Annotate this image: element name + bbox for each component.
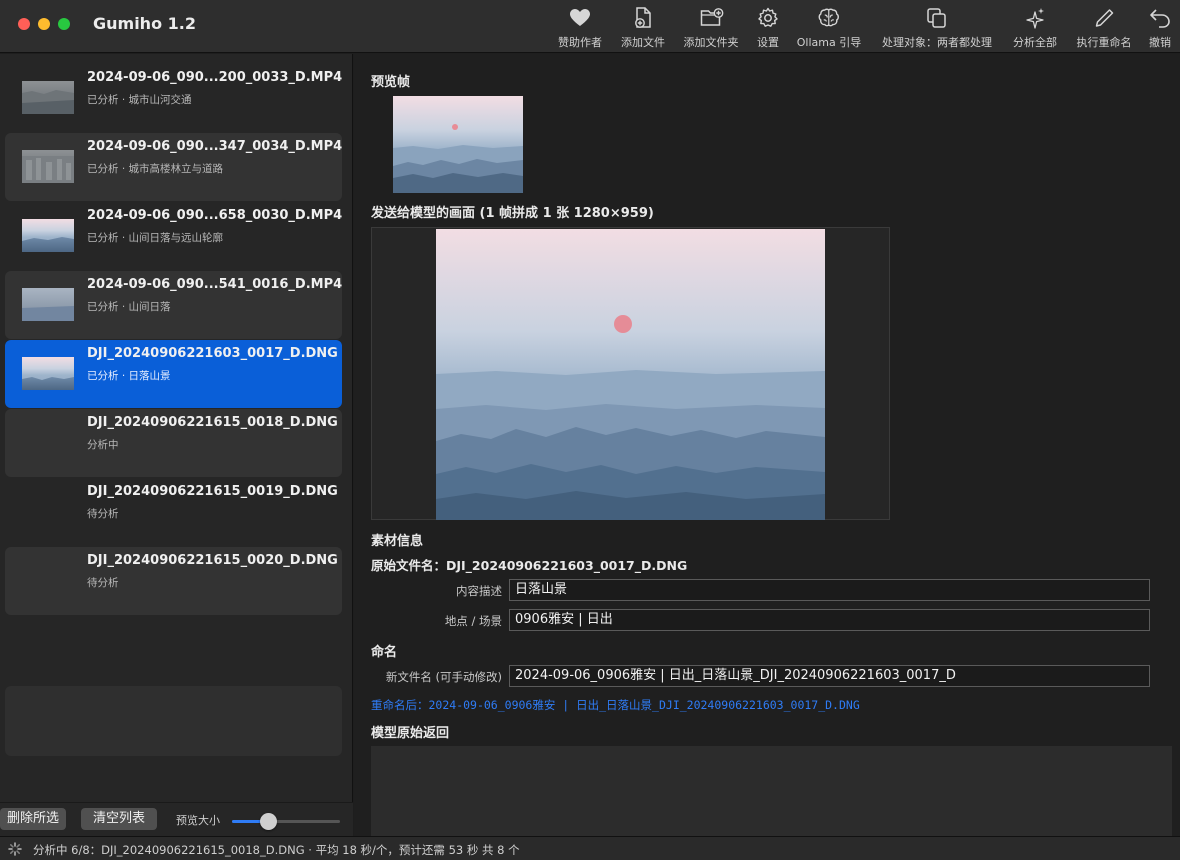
file-list-item-selected[interactable]: DJI_20240906221603_0017_D.DNG 已分析 · 日落山景: [5, 340, 342, 408]
file-name: 2024-09-06_090...541_0016_D.MP4: [87, 277, 343, 292]
gear-icon: [758, 7, 778, 27]
content-description-label: 内容描述: [456, 584, 502, 598]
add-folder-button[interactable]: 添加文件夹: [684, 6, 739, 50]
empty-list-area: [5, 686, 342, 756]
original-filename: 原始文件名：DJI_20240906221603_0017_D.DNG: [371, 558, 688, 573]
thumbnail: [22, 150, 74, 183]
material-info-title: 素材信息: [371, 534, 424, 549]
preview-frame-title: 预览帧: [371, 75, 411, 90]
minimize-window-button[interactable]: [38, 18, 50, 30]
rename-preview: 重命名后：2024-09-06_0906雅安 | 日出_日落山景_DJI_202…: [371, 698, 860, 712]
file-status: 待分析: [87, 577, 119, 589]
file-status: 已分析 · 城市高楼林立与道路: [87, 163, 224, 175]
execute-rename-button[interactable]: 执行重命名: [1077, 6, 1132, 50]
file-status: 待分析: [87, 508, 119, 520]
thumbnail: [22, 288, 74, 321]
file-list-item[interactable]: 2024-09-06_090...541_0016_D.MP4 已分析 · 山间…: [5, 271, 342, 339]
file-list-sidebar: 2024-09-06_090...200_0033_D.MP4 已分析 · 城市…: [0, 54, 353, 836]
close-window-button[interactable]: [18, 18, 30, 30]
preview-size-label: 预览大小: [176, 814, 220, 827]
file-status: 已分析 · 城市山河交通: [87, 94, 192, 106]
file-name: 2024-09-06_090...347_0034_D.MP4: [87, 139, 343, 154]
title-bar: Gumiho 1.2 赞助作者 添加文件 添加文件夹 设置 Ollama 引导 …: [0, 0, 1180, 53]
file-status: 已分析 · 山间日落: [87, 301, 171, 313]
add-folder-label: 添加文件夹: [683, 36, 739, 49]
undo-button[interactable]: 撤销: [1148, 6, 1172, 50]
content-description-field[interactable]: 日落山景: [509, 579, 1150, 601]
file-name: DJI_20240906221615_0020_D.DNG: [87, 553, 338, 568]
model-raw-output-title: 模型原始返回: [371, 726, 450, 741]
file-status: 已分析 · 日落山景: [87, 370, 171, 382]
zoom-window-button[interactable]: [58, 18, 70, 30]
file-name: DJI_20240906221615_0018_D.DNG: [87, 415, 338, 430]
model-frame-title: 发送给模型的画面 (1 帧拼成 1 张 1280×959): [371, 206, 654, 221]
delete-selected-button[interactable]: 删除所选: [0, 808, 66, 830]
pen-icon: [1095, 9, 1113, 27]
naming-title: 命名: [371, 645, 398, 660]
new-filename-field[interactable]: 2024-09-06_0906雅安 | 日出_日落山景_DJI_20240906…: [509, 665, 1150, 687]
add-file-button[interactable]: 添加文件: [621, 6, 665, 50]
sparkle-icon: [1026, 8, 1044, 29]
heart-icon: [570, 9, 590, 26]
ollama-guide-label: Ollama 引导: [796, 36, 862, 49]
file-list-item[interactable]: 2024-09-06_090...347_0034_D.MP4 已分析 · 城市…: [5, 133, 342, 201]
file-list-item[interactable]: DJI_20240906221615_0020_D.DNG 待分析: [5, 547, 342, 615]
file-list-item[interactable]: DJI_20240906221615_0019_D.DNG 待分析: [5, 478, 342, 546]
location-scene-label: 地点 / 场景: [444, 614, 502, 628]
copy-icon: [927, 8, 946, 28]
file-list-item[interactable]: 2024-09-06_090...658_0030_D.MP4 已分析 · 山间…: [5, 202, 342, 270]
undo-icon: [1150, 9, 1170, 28]
thumbnail: [22, 81, 74, 114]
clear-list-button[interactable]: 清空列表: [81, 808, 157, 830]
add-file-icon: [635, 7, 651, 28]
model-frame-box: [371, 227, 890, 520]
thumbnail: [22, 219, 74, 252]
sponsor-button[interactable]: 赞助作者: [558, 6, 602, 50]
file-status: 已分析 · 山间日落与远山轮廓: [87, 232, 224, 244]
preview-size-slider[interactable]: [232, 813, 340, 830]
file-name: 2024-09-06_090...200_0033_D.MP4: [87, 70, 343, 85]
location-scene-field[interactable]: 0906雅安 | 日出: [509, 609, 1150, 631]
spinner-icon: [8, 842, 22, 856]
detail-panel: 预览帧 发送给模型的画面 (1 帧拼成 1 张 1280×959) 素材信息 原…: [354, 54, 1180, 836]
model-input-image: [436, 229, 825, 520]
thumbnail: [22, 357, 74, 390]
slider-knob[interactable]: [259, 813, 277, 830]
preview-frame-image: [393, 96, 523, 193]
process-target-label: 处理对象：两者都处理: [882, 36, 992, 49]
file-list-item[interactable]: 2024-09-06_090...200_0033_D.MP4 已分析 · 城市…: [5, 64, 342, 132]
status-bar: 分析中 6/8：DJI_20240906221615_0018_D.DNG · …: [0, 836, 1180, 860]
file-name: 2024-09-06_090...658_0030_D.MP4: [87, 208, 343, 223]
model-raw-output-box[interactable]: [371, 746, 1172, 836]
file-name: DJI_20240906221603_0017_D.DNG: [87, 346, 338, 361]
analyze-all-label: 分析全部: [1013, 36, 1057, 49]
analyze-all-button[interactable]: 分析全部: [1013, 6, 1057, 50]
brain-icon: [818, 8, 840, 27]
add-file-label: 添加文件: [621, 36, 665, 49]
sponsor-label: 赞助作者: [558, 36, 602, 49]
status-text: 分析中 6/8：DJI_20240906221615_0018_D.DNG · …: [33, 843, 520, 857]
sidebar-footer: 删除所选 清空列表 预览大小: [0, 802, 353, 836]
process-target-button[interactable]: 处理对象：两者都处理: [882, 6, 992, 50]
file-name: DJI_20240906221615_0019_D.DNG: [87, 484, 338, 499]
execute-rename-label: 执行重命名: [1076, 36, 1132, 49]
undo-label: 撤销: [1149, 36, 1171, 49]
new-filename-label: 新文件名 (可手动修改): [385, 670, 502, 684]
settings-button[interactable]: 设置: [756, 6, 780, 50]
file-status: 分析中: [87, 439, 119, 451]
settings-label: 设置: [757, 36, 779, 49]
file-list-item[interactable]: DJI_20240906221615_0018_D.DNG 分析中: [5, 409, 342, 477]
add-folder-icon: [700, 8, 723, 26]
ollama-guide-button[interactable]: Ollama 引导: [797, 6, 861, 50]
app-title: Gumiho 1.2: [93, 14, 196, 33]
